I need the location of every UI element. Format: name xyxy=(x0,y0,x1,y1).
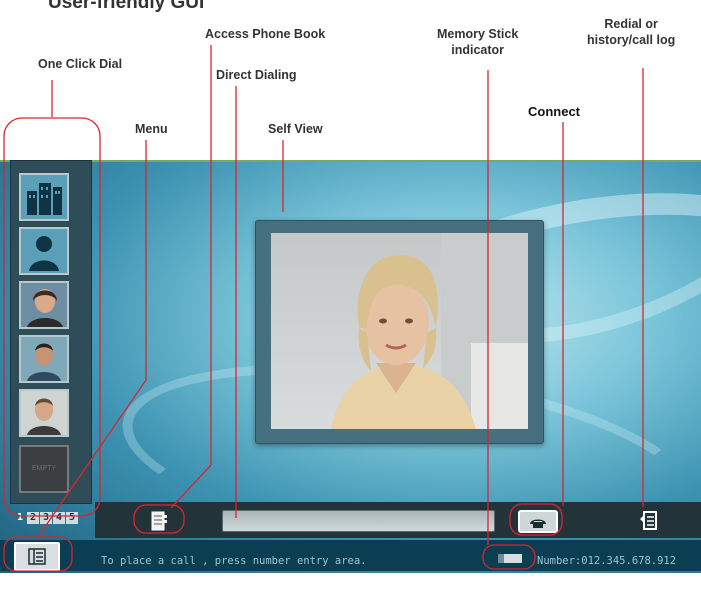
speed-dial-contact-3[interactable] xyxy=(19,389,69,437)
self-view-person-illustration xyxy=(331,233,528,429)
building-icon xyxy=(21,175,67,219)
speed-dial-empty[interactable]: EMPTY xyxy=(19,445,69,493)
label-redial-line2: history/call log xyxy=(587,33,676,47)
phone-book-button[interactable] xyxy=(145,511,171,531)
contact-photo-woman-icon xyxy=(21,283,67,327)
page-1[interactable]: 1 xyxy=(14,512,26,524)
label-access-phone-book: Access Phone Book xyxy=(205,27,326,41)
speed-dial-building[interactable] xyxy=(19,173,69,221)
menu-button[interactable] xyxy=(14,542,60,571)
contact-photo-man2-icon xyxy=(21,391,67,435)
phone-icon xyxy=(530,519,546,528)
call-log-button[interactable] xyxy=(638,509,660,531)
page-4[interactable]: 4 xyxy=(53,512,65,524)
speed-dial-person[interactable] xyxy=(19,227,69,275)
label-memory-stick: Memory Stick indicator xyxy=(437,26,518,58)
menu-icon xyxy=(28,548,46,565)
one-click-dial-sidebar: EMPTY xyxy=(10,160,92,504)
label-redial: Redial or history/call log xyxy=(587,16,675,48)
label-memory-stick-line1: Memory Stick xyxy=(437,27,519,41)
page-2[interactable]: 2 xyxy=(27,512,39,524)
label-direct-dialing: Direct Dialing xyxy=(216,68,297,82)
page-title: User-friendly GUI xyxy=(48,0,205,13)
phone-book-icon xyxy=(151,511,167,531)
number-entry-field[interactable] xyxy=(222,510,495,532)
memory-stick-indicator xyxy=(494,551,526,565)
self-view-frame xyxy=(255,220,544,444)
call-log-icon xyxy=(640,511,657,530)
memory-stick-icon xyxy=(498,554,522,563)
contact-photo-man-icon xyxy=(21,337,67,381)
dial-number: Number:012.345.678.912 xyxy=(537,555,677,567)
label-redial-line1: Redial or xyxy=(604,17,658,31)
label-self-view: Self View xyxy=(268,122,323,136)
speed-dial-contact-1[interactable] xyxy=(19,281,69,329)
label-one-click-dial: One Click Dial xyxy=(38,57,123,71)
person-icon xyxy=(21,229,67,273)
label-memory-stick-line2: indicator xyxy=(451,43,505,57)
status-message: To place a call , press number entry are… xyxy=(101,555,367,567)
connect-button[interactable] xyxy=(518,510,558,533)
label-menu: Menu xyxy=(135,122,168,136)
self-view-video xyxy=(271,233,528,429)
speed-dial-contact-2[interactable] xyxy=(19,335,69,383)
speed-dial-pages: 12345 xyxy=(14,507,79,524)
page-3[interactable]: 3 xyxy=(40,512,52,524)
page-5[interactable]: 5 xyxy=(66,512,78,524)
